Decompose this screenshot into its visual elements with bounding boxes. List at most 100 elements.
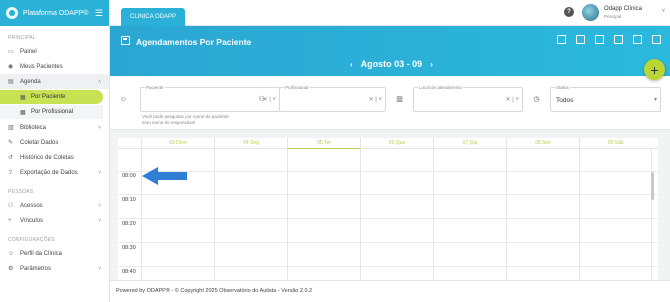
view-list-icon[interactable] <box>576 35 585 44</box>
sidebar-item-exportacao[interactable]: ⇪ Exportação de Dados ˅ <box>0 165 109 180</box>
time-label: 08:10 <box>122 197 136 203</box>
sidebar-item-vinculos[interactable]: ⑂ Vínculos ˅ <box>0 213 109 228</box>
time-slot-line <box>118 266 658 267</box>
page-title: Agendamentos Por Paciente <box>136 37 252 47</box>
view-card-icon[interactable] <box>633 35 642 44</box>
day-column-divider <box>651 149 652 280</box>
user-role: Principal <box>604 14 622 19</box>
profile-icon: ☺ <box>8 250 15 257</box>
chevron-down-icon: ˅ <box>98 124 101 131</box>
brand-logo-icon <box>6 7 18 19</box>
help-icon[interactable]: ? <box>564 7 574 17</box>
day-header[interactable]: 07 Qui <box>433 138 506 149</box>
day-header[interactable]: 06 Qua <box>360 138 433 149</box>
building-icon: ▥ <box>396 96 403 103</box>
sidebar-item-parametros[interactable]: ⚙ Parâmetros ˅ <box>0 261 109 276</box>
calendar-week-view: 03 Dom 04 Seg 05 Ter 06 Qua 07 Qui 08 Se… <box>118 138 658 280</box>
view-video-icon[interactable] <box>614 35 623 44</box>
tab-clinica[interactable]: CLINICA ODAPP <box>121 8 185 26</box>
day-header[interactable]: 03 Dom <box>141 138 214 149</box>
library-icon: ▥ <box>8 125 14 131</box>
day-column-divider <box>506 149 507 280</box>
history-icon: ↺ <box>8 155 14 161</box>
hamburger-menu-icon[interactable]: ☰ <box>95 8 103 18</box>
calendar-header: 03 Dom 04 Seg 05 Ter 06 Qua 07 Qui 08 Se… <box>118 138 658 149</box>
add-appointment-button[interactable]: + <box>644 59 665 80</box>
time-slot-line <box>118 242 658 243</box>
patient-hint: Você pode pesquisar por nome do paciente… <box>142 114 229 125</box>
filter-bar: ☺ Paciente ✕ | ˅ Você pode pesquisar por… <box>110 76 670 130</box>
view-day-icon[interactable] <box>557 35 566 44</box>
pointer-arrow-icon <box>142 167 187 185</box>
footer: Powered by ODAPP® - © Copyright 2025 Obs… <box>110 280 670 302</box>
date-range-label: Agosto 03 - 09 <box>360 59 423 69</box>
user-name: Odapp Clínica <box>604 6 643 12</box>
gear-icon: ⚙ <box>8 266 14 272</box>
sidebar-item-meus-pacientes[interactable]: ◉ Meus Pacientes <box>0 59 109 74</box>
page-header: Agendamentos Por Paciente ‹ Agosto 03 - … <box>110 26 670 76</box>
users-icon: ⚇ <box>8 203 14 209</box>
sidebar-item-painel[interactable]: ▭ Painel <box>0 44 109 59</box>
dashboard-icon: ▭ <box>8 49 14 55</box>
status-value: Todos <box>556 97 574 104</box>
sidebar-item-acessos[interactable]: ⚇ Acessos ˅ <box>0 198 109 213</box>
sidebar-item-por-profissional[interactable]: ▦ Por Profissional <box>0 105 103 119</box>
link-icon: ⑂ <box>8 217 12 224</box>
day-column-divider <box>360 149 361 280</box>
calendar-icon: ▤ <box>8 79 14 85</box>
day-header[interactable]: 04 Seg <box>214 138 287 149</box>
clear-dropdown-icon[interactable]: ✕ | ˅ <box>369 96 382 103</box>
sidebar: Plataforma ODAPP® ☰ PRINCIPAL ▭ Painel ◉… <box>0 0 110 302</box>
date-range-nav: ‹ Agosto 03 - 09 › <box>350 59 433 69</box>
status-select[interactable]: Status Todos ▾ <box>550 85 661 112</box>
sidebar-item-biblioteca[interactable]: ▥ Biblioteca ˅ <box>0 120 109 135</box>
brand-title: Plataforma ODAPP® <box>23 9 89 17</box>
sidebar-item-por-paciente[interactable]: ▦ Por Paciente <box>0 90 103 104</box>
location-select[interactable]: Local de atendimento ✕ | ˅ <box>413 85 523 112</box>
chevron-down-icon: ˅ <box>98 217 101 224</box>
sidebar-item-perfil[interactable]: ☺ Perfil da Clínica <box>0 246 109 261</box>
time-slot-line <box>118 194 658 195</box>
grid-icon: ▦ <box>20 94 26 101</box>
day-column-divider <box>579 149 580 280</box>
section-principal: PRINCIPAL <box>8 35 36 41</box>
next-week-button[interactable]: › <box>430 60 433 69</box>
time-label: 08:00 <box>122 173 136 179</box>
clock-icon: ◷ <box>533 96 540 103</box>
chevron-down-icon: ˅ <box>98 202 101 209</box>
sidebar-item-agenda[interactable]: ▤ Agenda ˄ <box>0 74 109 89</box>
dropdown-caret-icon[interactable]: ▾ <box>654 96 657 103</box>
view-week-icon[interactable] <box>595 35 604 44</box>
day-column-divider <box>214 149 215 280</box>
avatar[interactable] <box>582 4 599 21</box>
time-slot-line <box>118 218 658 219</box>
prev-week-button[interactable]: ‹ <box>350 60 353 69</box>
sidebar-item-historico[interactable]: ↺ Histórico de Coletas <box>0 150 109 165</box>
chevron-down-icon: ˅ <box>98 169 101 176</box>
user-menu-chevron-icon[interactable]: ˅ <box>662 8 665 14</box>
day-header[interactable]: 09 Sáb <box>579 138 651 149</box>
pencil-icon: ✎ <box>8 140 14 146</box>
time-label: 08:40 <box>122 269 136 275</box>
time-slot-line <box>118 171 658 172</box>
time-label: 08:20 <box>122 221 136 227</box>
section-pessoas: PESSOAS <box>8 189 34 195</box>
view-month-icon[interactable] <box>652 35 661 44</box>
grid-icon: ▦ <box>20 109 26 116</box>
chevron-down-icon: ˅ <box>98 265 101 272</box>
sidebar-item-coletar-dados[interactable]: ✎ Coletar Dados <box>0 135 109 150</box>
day-header-today[interactable]: 05 Ter <box>287 138 360 149</box>
day-column-divider <box>287 149 288 280</box>
day-column-divider <box>433 149 434 280</box>
calendar-scrollbar[interactable] <box>651 172 654 200</box>
users-icon: ⚇ <box>258 96 265 103</box>
calendar-icon <box>121 36 130 45</box>
eye-icon: ◉ <box>8 64 14 70</box>
day-header[interactable]: 08 Sex <box>506 138 579 149</box>
brand-bar: Plataforma ODAPP® ☰ <box>0 0 109 26</box>
patient-face-icon: ☺ <box>119 96 128 103</box>
professional-select[interactable]: Profissional ✕ | ˅ <box>279 85 386 112</box>
section-config: CONFIGURAÇÕES <box>8 237 55 243</box>
clear-dropdown-icon[interactable]: ✕ | ˅ <box>506 96 519 103</box>
chevron-up-icon: ˄ <box>98 78 101 85</box>
